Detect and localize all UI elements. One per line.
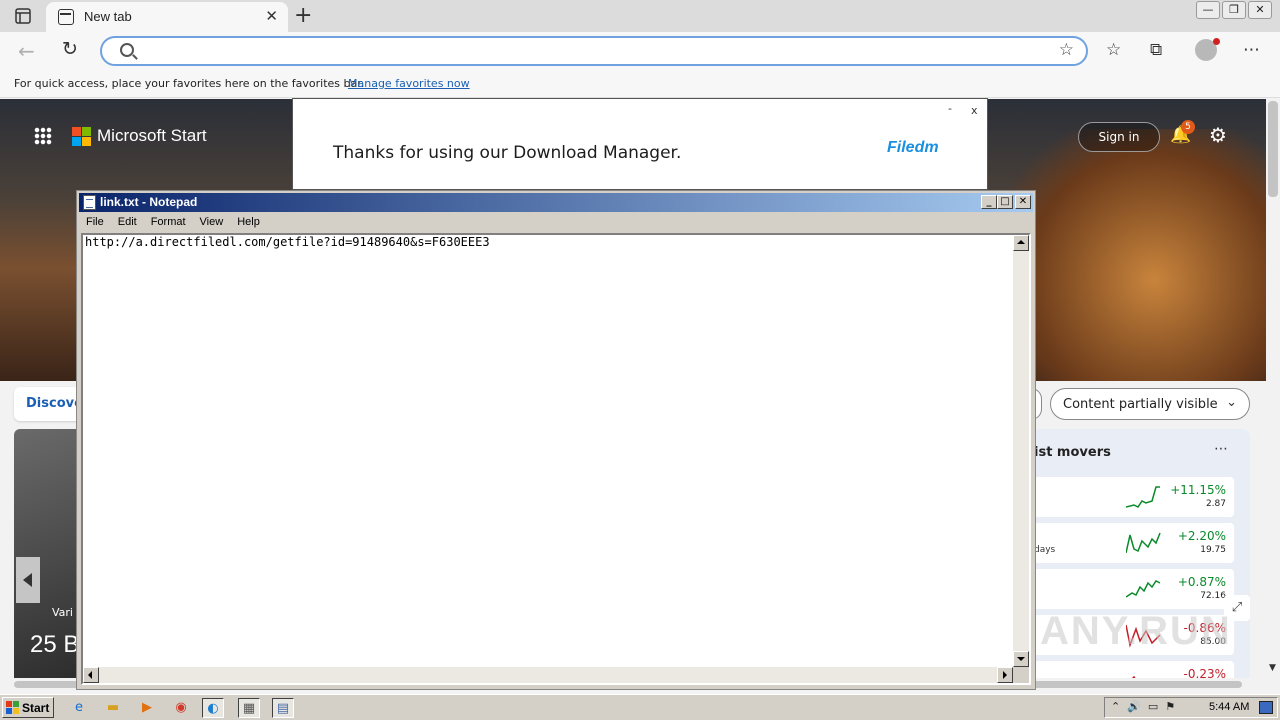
windows-logo-icon (6, 701, 19, 714)
popup-minimize-button[interactable]: - (948, 102, 952, 115)
menu-file[interactable]: File (79, 213, 111, 231)
mover-row[interactable]: +11.15% 2.87 (1034, 477, 1234, 517)
mover-price: 72.16 (1200, 591, 1226, 601)
start-label: Start (22, 701, 50, 715)
close-window-button[interactable]: ✕ (1248, 1, 1272, 19)
menu-help[interactable]: Help (230, 213, 267, 231)
start-button[interactable]: Start (2, 697, 54, 718)
menu-view[interactable]: View (193, 213, 231, 231)
mover-change: +0.87% (1177, 575, 1226, 589)
page-vertical-scrollbar[interactable]: ▼ (1266, 99, 1280, 691)
mover-row[interactable]: days +2.20% 19.75 (1034, 523, 1234, 563)
scroll-left-button[interactable] (83, 667, 99, 683)
more-options-icon[interactable]: ⋯ (1243, 40, 1260, 60)
notepad-content[interactable]: http://a.directfiledl.com/getfile?id=914… (85, 235, 490, 249)
minimize-window-button[interactable]: — (1196, 1, 1220, 19)
sign-in-button[interactable]: Sign in (1078, 122, 1160, 152)
add-favorite-icon[interactable]: ☆ (1059, 40, 1074, 60)
clock[interactable]: 5:44 AM (1209, 701, 1249, 713)
new-tab-button[interactable]: + (294, 3, 312, 28)
tab-actions-icon[interactable] (14, 7, 32, 25)
more-options-icon[interactable]: ⋯ (1214, 441, 1228, 457)
tab-close-button[interactable]: ✕ (265, 7, 278, 25)
notepad-text-area[interactable]: http://a.directfiledl.com/getfile?id=914… (81, 233, 1031, 685)
mover-price: 2.87 (1205, 499, 1226, 509)
edge-icon[interactable]: ◐ (202, 698, 224, 718)
filedm-logo: Filedm (887, 139, 939, 156)
notepad-minimize-button[interactable]: _ (981, 195, 997, 209)
taskbar: Start e ▬ ▶ ◉ ◐ ▦ ▤ ⌃🔊▭⚑ 5:44 AM (0, 694, 1280, 720)
menu-edit[interactable]: Edit (111, 213, 144, 231)
mover-change: +2.20% (1177, 529, 1226, 543)
show-desktop-icon[interactable] (1259, 701, 1273, 714)
notification-badge: 5 (1181, 120, 1195, 134)
favorites-icon[interactable]: ☆ (1106, 40, 1121, 60)
mover-sub: days (1034, 545, 1056, 555)
address-input[interactable] (144, 41, 1044, 61)
download-manager-icon[interactable]: ▦ (238, 698, 260, 718)
watermark-text: ANY.RUN (1040, 609, 1232, 653)
notepad-icon (83, 195, 96, 210)
menu-format[interactable]: Format (144, 213, 193, 231)
settings-gear-icon[interactable]: ⚙ (1209, 123, 1227, 147)
system-tray: ⌃🔊▭⚑ 5:44 AM (1104, 697, 1278, 718)
popup-close-button[interactable]: x (971, 104, 978, 117)
file-explorer-icon[interactable]: ▬ (102, 698, 124, 718)
favorites-bar-hint: For quick access, place your favorites h… (14, 77, 365, 90)
restore-window-button[interactable]: ❐ (1222, 1, 1246, 19)
download-manager-popup: - x Thanks for using our Download Manage… (292, 98, 988, 190)
notepad-titlebar[interactable]: link.txt - Notepad _ □ ✕ (79, 193, 1033, 212)
notepad-window: link.txt - Notepad _ □ ✕ File Edit Forma… (76, 190, 1036, 690)
brand-title[interactable]: Microsoft Start (97, 126, 207, 146)
search-icon (120, 43, 134, 57)
scroll-down-icon[interactable]: ▼ (1269, 663, 1276, 673)
chevron-down-icon: ⌄ (1226, 395, 1237, 410)
browser-tabstrip: New tab ✕ + — ❐ ✕ (0, 0, 1280, 32)
news-card-headline[interactable]: 25 B (30, 631, 79, 659)
discover-label: Discove (26, 396, 83, 411)
refresh-icon[interactable]: ↻ (62, 38, 78, 60)
mover-change: +11.15% (1170, 483, 1226, 497)
tab-new-tab[interactable]: New tab ✕ (46, 2, 288, 32)
back-arrow-icon[interactable]: ← (18, 39, 35, 63)
collections-icon[interactable]: ⧉ (1150, 40, 1162, 60)
mover-row[interactable]: +0.87% 72.16 (1034, 569, 1234, 609)
popup-message: Thanks for using our Download Manager. (333, 143, 682, 163)
movers-title: ist movers (1034, 445, 1111, 460)
notepad-maximize-button[interactable]: □ (997, 195, 1013, 209)
notepad-close-button[interactable]: ✕ (1015, 195, 1031, 209)
notepad-horizontal-scrollbar[interactable] (83, 667, 1013, 683)
scroll-up-button[interactable] (1013, 235, 1029, 251)
manage-favorites-link[interactable]: Manage favorites now (348, 77, 470, 90)
sparkline-icon (1126, 532, 1161, 554)
resize-grip[interactable] (1013, 667, 1029, 683)
sparkline-icon (1126, 580, 1161, 598)
new-tab-page-icon (58, 9, 74, 25)
tab-title: New tab (84, 9, 132, 24)
news-card-source: Vari (52, 606, 73, 619)
browser-toolbar: ← ↻ ☆ ☆ ⧉ ⋯ (0, 32, 1280, 70)
mover-price: 19.75 (1200, 545, 1226, 555)
sparkline-icon (1126, 486, 1160, 508)
notepad-title: link.txt - Notepad (100, 195, 198, 209)
notepad-vertical-scrollbar[interactable] (1013, 235, 1029, 667)
notepad-menubar: File Edit Format View Help (79, 213, 267, 231)
internet-explorer-icon[interactable]: e (68, 698, 90, 718)
content-visibility-dropdown[interactable]: Content partially visible ⌄ (1050, 388, 1250, 420)
scroll-right-button[interactable] (997, 667, 1013, 683)
microsoft-logo-icon (72, 127, 91, 146)
scrollbar-thumb[interactable] (1268, 101, 1278, 197)
tray-icons[interactable]: ⌃🔊▭⚑ (1111, 700, 1182, 713)
media-player-icon[interactable]: ▶ (136, 698, 158, 718)
scroll-down-button[interactable] (1013, 651, 1029, 667)
profile-avatar[interactable] (1195, 38, 1220, 61)
chrome-icon[interactable]: ◉ (170, 698, 192, 718)
content-visibility-label: Content partially visible (1063, 397, 1218, 412)
carousel-prev-button[interactable] (16, 557, 40, 603)
address-bar[interactable]: ☆ (100, 36, 1088, 66)
window-controls: — ❐ ✕ (1196, 1, 1272, 19)
favorites-bar: For quick access, place your favorites h… (0, 70, 1280, 98)
app-launcher-icon[interactable] (34, 127, 52, 145)
notepad-taskbar-icon[interactable]: ▤ (272, 698, 294, 718)
